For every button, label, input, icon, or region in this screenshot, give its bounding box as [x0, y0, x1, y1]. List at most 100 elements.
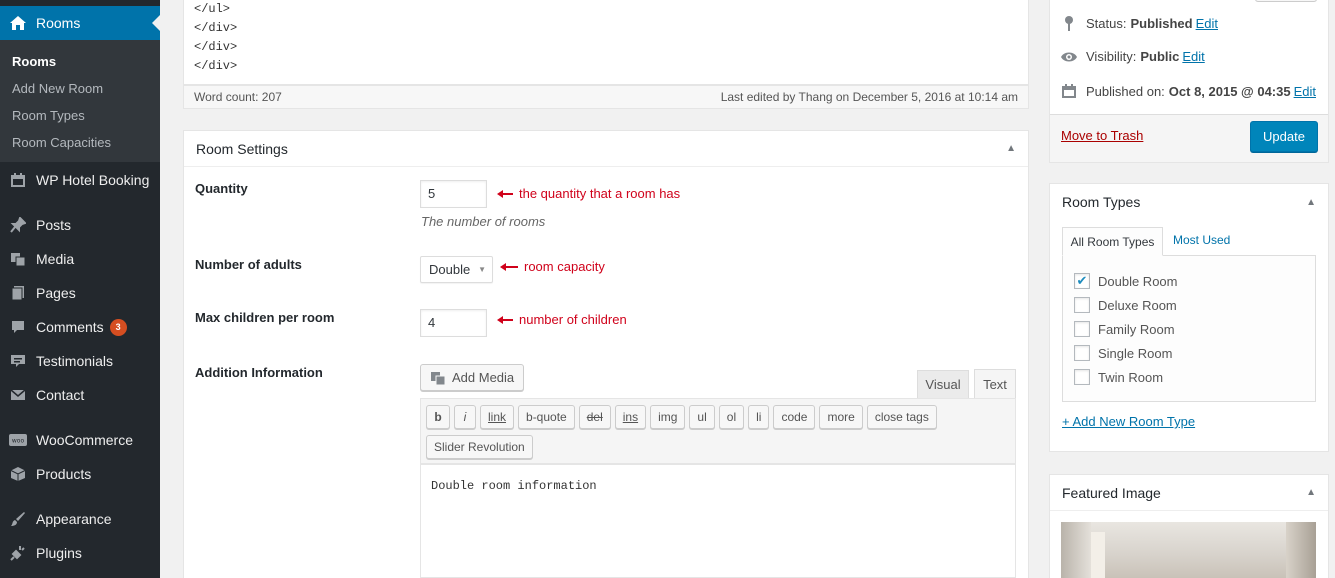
plug-icon: [0, 545, 36, 561]
qt-del-button[interactable]: del: [578, 405, 611, 429]
edit-status-link[interactable]: Edit: [1196, 16, 1218, 31]
featured-image-header[interactable]: Featured Image ▲: [1050, 475, 1328, 511]
checkbox[interactable]: [1074, 321, 1090, 337]
collapse-arrow-icon[interactable]: ▲: [1306, 197, 1316, 208]
submenu-rooms[interactable]: Rooms: [0, 48, 160, 75]
calendar-icon: [0, 172, 36, 188]
checkbox[interactable]: [1074, 369, 1090, 385]
room-settings-header[interactable]: Room Settings ▲: [184, 131, 1028, 167]
menu-rooms[interactable]: Rooms: [0, 6, 160, 40]
quantity-note: the quantity that a room has: [519, 186, 681, 201]
edit-date-link[interactable]: Edit: [1294, 84, 1316, 99]
status-label: Status:: [1086, 15, 1127, 31]
pin-icon: [0, 217, 36, 233]
room-type-deluxe[interactable]: Deluxe Room: [1074, 297, 1177, 313]
checkbox-checked[interactable]: ✔: [1074, 273, 1090, 289]
eye-icon: [1060, 51, 1078, 63]
menu-appearance[interactable]: Appearance: [0, 502, 160, 536]
menu-posts[interactable]: Posts: [0, 208, 160, 242]
media-icon: [430, 370, 446, 386]
mail-icon: [0, 388, 36, 402]
calendar-icon: [1060, 83, 1078, 99]
code-line: </div>: [194, 59, 238, 73]
add-new-room-type-link[interactable]: + Add New Room Type: [1062, 414, 1195, 429]
submenu-room-capacities[interactable]: Room Capacities: [0, 129, 160, 156]
preview-button-edge[interactable]: [1255, 0, 1317, 2]
tab-visual[interactable]: Visual: [917, 370, 969, 398]
tab-all-room-types[interactable]: All Room Types: [1062, 227, 1163, 256]
pin-icon: [1060, 15, 1078, 31]
status-value: Published: [1130, 15, 1193, 31]
menu-woocommerce[interactable]: woo WooCommerce: [0, 423, 160, 457]
tab-most-used[interactable]: Most Used: [1173, 233, 1230, 247]
editor-status-bar: Word count: 207 Last edited by Thang on …: [183, 85, 1029, 109]
qt-ul-button[interactable]: ul: [689, 405, 715, 429]
addinfo-label: Addition Information: [195, 365, 323, 380]
room-types-header[interactable]: Room Types ▲: [1050, 184, 1328, 220]
menu-contact[interactable]: Contact: [0, 378, 160, 412]
quantity-input[interactable]: 5: [420, 180, 487, 208]
room-photo-wall: [1286, 522, 1316, 578]
qt-link-button[interactable]: link: [480, 405, 515, 429]
room-type-label: Family Room: [1098, 321, 1175, 337]
code-line: </ul>: [194, 2, 231, 16]
qt-bquote-button[interactable]: b-quote: [518, 405, 575, 429]
room-type-single[interactable]: Single Room: [1074, 345, 1172, 361]
add-media-label: Add Media: [452, 370, 515, 385]
move-to-trash-link[interactable]: Move to Trash: [1061, 128, 1143, 143]
addinfo-textarea[interactable]: Double room information: [420, 464, 1016, 578]
checkbox[interactable]: [1074, 297, 1090, 313]
menu-plugins[interactable]: Plugins: [0, 536, 160, 570]
arrow-left-icon: [497, 312, 513, 327]
last-edited: Last edited by Thang on December 5, 2016…: [720, 90, 1018, 104]
menu-media[interactable]: Media: [0, 242, 160, 276]
adults-select[interactable]: Double ▼: [420, 256, 493, 283]
submenu-room-types[interactable]: Room Types: [0, 102, 160, 129]
testimonial-icon: [0, 353, 36, 369]
qt-ol-button[interactable]: ol: [718, 405, 745, 429]
collapse-arrow-icon[interactable]: ▲: [1006, 143, 1016, 154]
qt-code-button[interactable]: code: [773, 405, 816, 429]
brush-icon: [0, 511, 36, 527]
edit-visibility-link[interactable]: Edit: [1182, 49, 1204, 64]
children-annotation: number of children: [497, 312, 627, 327]
adults-annotation: room capacity: [500, 259, 605, 274]
menu-label: Posts: [36, 217, 72, 233]
menu-comments[interactable]: Comments 3: [0, 310, 160, 344]
room-type-family[interactable]: Family Room: [1074, 321, 1175, 337]
published-row: Published on: Oct 8, 2015 @ 04:35 Edit: [1060, 83, 1316, 99]
room-settings-title: Room Settings: [196, 140, 288, 157]
qt-img-button[interactable]: img: [650, 405, 686, 429]
menu-label: Pages: [36, 285, 76, 301]
collapse-arrow-icon[interactable]: ▲: [1306, 487, 1316, 498]
box-icon: [0, 466, 36, 482]
qt-italic-button[interactable]: i: [454, 405, 476, 429]
room-type-twin[interactable]: Twin Room: [1074, 369, 1163, 385]
tab-text[interactable]: Text: [974, 369, 1016, 399]
slider-revolution-button[interactable]: Slider Revolution: [426, 435, 533, 459]
visibility-value: Public: [1140, 49, 1180, 64]
menu-products[interactable]: Products: [0, 457, 160, 491]
children-note: number of children: [519, 312, 627, 327]
menu-pages[interactable]: Pages: [0, 276, 160, 310]
text-editor-content[interactable]: </ul> </div> </div> </div>: [183, 0, 1029, 85]
qt-bold-button[interactable]: b: [426, 405, 450, 429]
qt-more-button[interactable]: more: [819, 405, 863, 429]
update-button[interactable]: Update: [1250, 121, 1318, 152]
menu-rooms-label: Rooms: [36, 15, 81, 31]
qt-li-button[interactable]: li: [748, 405, 770, 429]
menu-testimonials[interactable]: Testimonials: [0, 344, 160, 378]
qt-close-tags-button[interactable]: close tags: [866, 405, 937, 429]
children-input[interactable]: 4: [420, 309, 487, 337]
qt-ins-button[interactable]: ins: [614, 405, 647, 429]
submenu-add-new-room[interactable]: Add New Room: [0, 75, 160, 102]
add-media-button[interactable]: Add Media: [420, 364, 525, 391]
checkbox[interactable]: [1074, 345, 1090, 361]
admin-sidebar: Rooms Rooms Add New Room Room Types Room…: [0, 0, 160, 578]
menu-wp-hotel-booking[interactable]: WP Hotel Booking: [0, 163, 160, 197]
featured-image-thumbnail[interactable]: [1061, 522, 1316, 578]
adults-note: room capacity: [524, 259, 605, 274]
room-type-label: Double Room: [1098, 273, 1178, 289]
comment-icon: [0, 319, 36, 335]
room-type-double[interactable]: ✔ Double Room: [1074, 273, 1178, 289]
